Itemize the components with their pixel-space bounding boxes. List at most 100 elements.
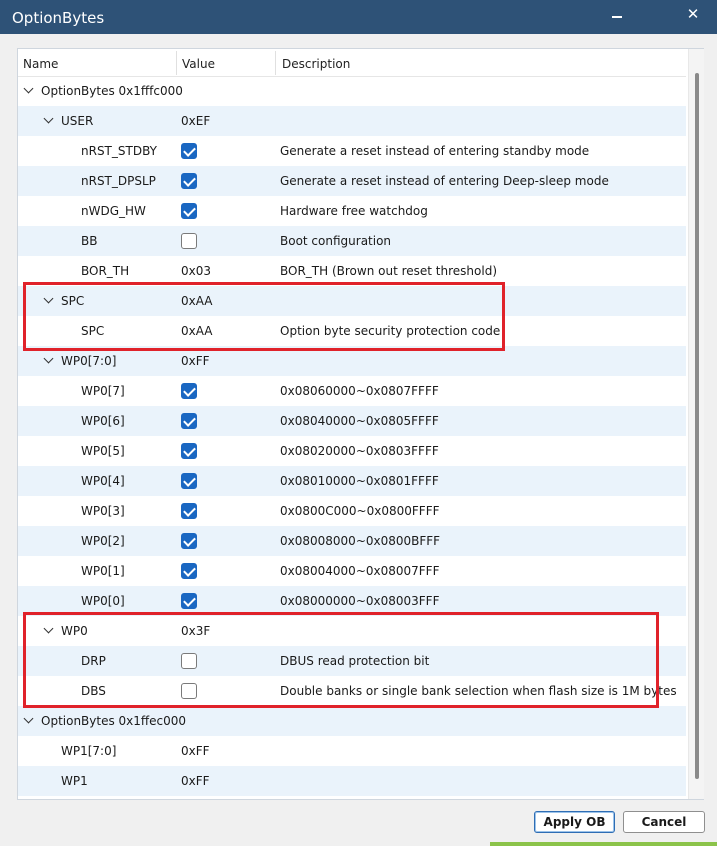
row-description: 0x08008000~0x0800BFFF (280, 534, 441, 548)
row-name: DBS (81, 684, 106, 698)
tree-row-wp0-6[interactable]: WP0[6] 0x08040000~0x0805FFFF (18, 406, 686, 436)
tree-row-wp0-4[interactable]: WP0[4] 0x08010000~0x0801FFFF (18, 466, 686, 496)
column-divider[interactable] (176, 51, 177, 75)
bb-checkbox[interactable] (181, 233, 197, 249)
tree-row-wp1[interactable]: WP1 0xFF (18, 766, 686, 796)
tree-row-wp0-0[interactable]: WP0[0] 0x08000000~0x08003FFF (18, 586, 686, 616)
tree-row-bb[interactable]: BB Boot configuration (18, 226, 686, 256)
tree-row-wp0-2[interactable]: WP0[2] 0x08008000~0x0800BFFF (18, 526, 686, 556)
wp0-7-checkbox[interactable] (181, 383, 197, 399)
row-name: OptionBytes 0x1ffec000 (41, 714, 187, 728)
nrst-stdby-checkbox[interactable] (181, 143, 197, 159)
row-description: 0x08020000~0x0803FFFF (280, 444, 439, 458)
row-name: WP0[7] (81, 384, 125, 398)
vertical-scrollbar[interactable] (688, 49, 704, 799)
row-name: WP0[7:0] (61, 354, 117, 368)
row-description: Double banks or single bank selection wh… (280, 684, 677, 698)
row-description: DBUS read protection bit (280, 654, 430, 668)
tree-row-drp[interactable]: DRP DBUS read protection bit (18, 646, 686, 676)
tree-row-user[interactable]: USER 0xEF (18, 106, 686, 136)
wp0-6-checkbox[interactable] (181, 413, 197, 429)
chevron-down-icon[interactable] (23, 84, 35, 96)
dbs-checkbox[interactable] (181, 683, 197, 699)
tree-row-dbs[interactable]: DBS Double banks or single bank selectio… (18, 676, 686, 706)
row-name: WP0[0] (81, 594, 125, 608)
column-divider[interactable] (275, 51, 276, 75)
row-name: BOR_TH (81, 264, 130, 278)
tree-row-optionbytes-1fffc000[interactable]: OptionBytes 0x1fffc000 (18, 76, 686, 106)
row-name: SPC (81, 324, 105, 338)
row-name: WP0 (61, 624, 88, 638)
wp0-0-checkbox[interactable] (181, 593, 197, 609)
row-name: WP0[5] (81, 444, 125, 458)
nrst-dpslp-checkbox[interactable] (181, 173, 197, 189)
wp0-1-checkbox[interactable] (181, 563, 197, 579)
column-name[interactable]: Name (23, 57, 58, 71)
row-value: 0x03 (181, 264, 212, 278)
option-bytes-tree: Name Value Description OptionBytes 0x1ff… (17, 48, 704, 800)
row-name: SPC (61, 294, 85, 308)
row-name: WP0[1] (81, 564, 125, 578)
status-strip (490, 842, 717, 846)
tree-row-wp1-7-0[interactable]: WP1[7:0] 0xFF (18, 736, 686, 766)
tree-row-wp0-7-0[interactable]: WP0[7:0] 0xFF (18, 346, 686, 376)
wp0-3-checkbox[interactable] (181, 503, 197, 519)
scrollbar-thumb[interactable] (695, 73, 699, 779)
drp-checkbox[interactable] (181, 653, 197, 669)
chevron-down-icon[interactable] (43, 354, 55, 366)
row-description: 0x08004000~0x08007FFF (280, 564, 440, 578)
row-name: WP0[3] (81, 504, 125, 518)
row-name: nRST_STDBY (81, 144, 157, 158)
row-value: 0xAA (181, 294, 213, 308)
apply-ob-button[interactable]: Apply OB (534, 811, 615, 833)
cancel-button[interactable]: Cancel (623, 811, 705, 833)
row-description: Generate a reset instead of entering Dee… (280, 174, 609, 188)
row-value: 0xEF (181, 114, 211, 128)
row-description: 0x0800C000~0x0800FFFF (280, 504, 440, 518)
window-title: OptionBytes (12, 9, 105, 27)
row-value: 0x3F (181, 624, 211, 638)
tree-row-nrst-stdby[interactable]: nRST_STDBY Generate a reset instead of e… (18, 136, 686, 166)
row-name: nRST_DPSLP (81, 174, 156, 188)
column-header: Name Value Description (18, 49, 686, 77)
row-description: Generate a reset instead of entering sta… (280, 144, 590, 158)
chevron-down-icon[interactable] (43, 294, 55, 306)
row-value: 0xAA (181, 324, 213, 338)
row-value: 0xFF (181, 774, 210, 788)
wp0-2-checkbox[interactable] (181, 533, 197, 549)
row-name: WP0[2] (81, 534, 125, 548)
row-value: 0xFF (181, 354, 210, 368)
row-description: 0x08010000~0x0801FFFF (280, 474, 439, 488)
tree-row-wp0-5[interactable]: WP0[5] 0x08020000~0x0803FFFF (18, 436, 686, 466)
column-value[interactable]: Value (182, 57, 215, 71)
nwdg-hw-checkbox[interactable] (181, 203, 197, 219)
row-name: OptionBytes 0x1fffc000 (41, 84, 183, 98)
row-description: 0x08000000~0x08003FFF (280, 594, 440, 608)
wp0-5-checkbox[interactable] (181, 443, 197, 459)
tree-row-wp0-3[interactable]: WP0[3] 0x0800C000~0x0800FFFF (18, 496, 686, 526)
column-description[interactable]: Description (282, 57, 350, 71)
minimize-icon[interactable] (604, 6, 630, 28)
row-description: BOR_TH (Brown out reset threshold) (280, 264, 498, 278)
row-description: Boot configuration (280, 234, 392, 248)
row-description: 0x08060000~0x0807FFFF (280, 384, 439, 398)
tree-row-bor-th[interactable]: BOR_TH 0x03 BOR_TH (Brown out reset thre… (18, 256, 686, 286)
tree-row-wp0-7[interactable]: WP0[7] 0x08060000~0x0807FFFF (18, 376, 686, 406)
tree-row-spc-group[interactable]: SPC 0xAA (18, 286, 686, 316)
close-icon[interactable]: ✕ (680, 5, 706, 27)
row-description: Hardware free watchdog (280, 204, 428, 218)
tree-row-nwdg-hw[interactable]: nWDG_HW Hardware free watchdog (18, 196, 686, 226)
tree-row-wp0-1[interactable]: WP0[1] 0x08004000~0x08007FFF (18, 556, 686, 586)
tree-row-nrst-dpslp[interactable]: nRST_DPSLP Generate a reset instead of e… (18, 166, 686, 196)
tree-row-spc[interactable]: SPC 0xAA Option byte security protection… (18, 316, 686, 346)
chevron-down-icon[interactable] (43, 624, 55, 636)
chevron-down-icon[interactable] (43, 114, 55, 126)
row-name: nWDG_HW (81, 204, 146, 218)
wp0-4-checkbox[interactable] (181, 473, 197, 489)
row-name: WP1[7:0] (61, 744, 117, 758)
row-value: 0xFF (181, 744, 210, 758)
tree-row-optionbytes-1ffec000[interactable]: OptionBytes 0x1ffec000 (18, 706, 686, 736)
chevron-down-icon[interactable] (23, 714, 35, 726)
row-name: DRP (81, 654, 106, 668)
tree-row-wp0-group[interactable]: WP0 0x3F (18, 616, 686, 646)
